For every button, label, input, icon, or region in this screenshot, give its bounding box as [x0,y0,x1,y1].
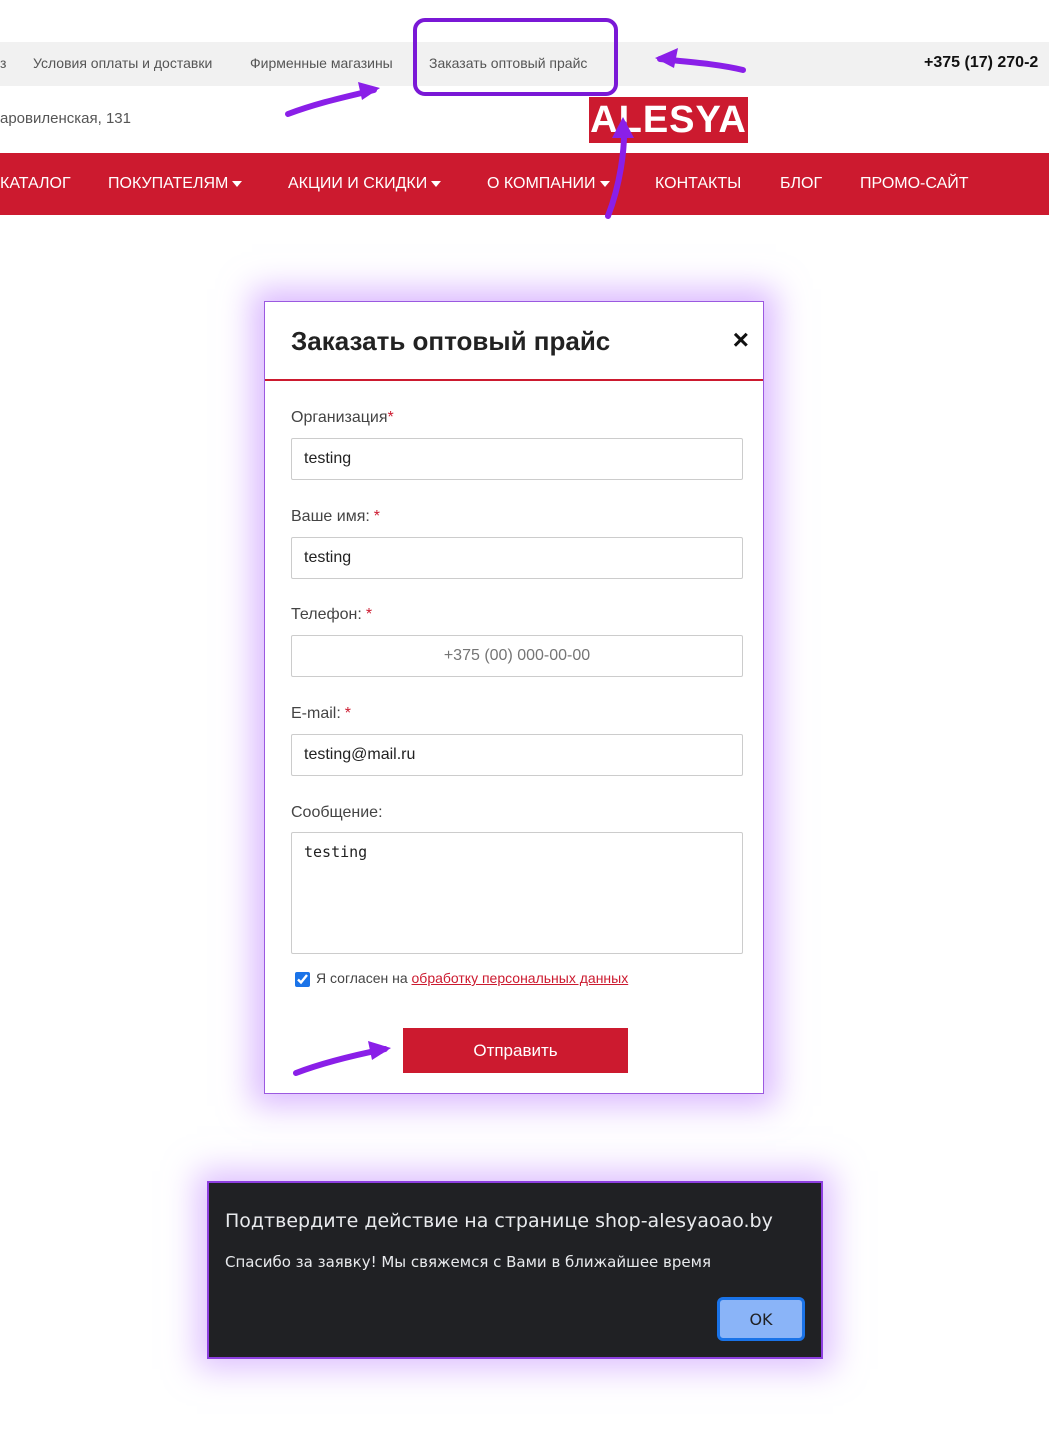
topbar-link-truncated[interactable]: з [0,55,6,71]
browser-confirm-dialog: Подтвердите действие на странице shop-al… [207,1181,823,1359]
store-address: аровиленская, 131 [0,110,131,127]
nav-item-catalog[interactable]: КАТАЛОГ [0,175,71,193]
nav-item-label: ПОКУПАТЕЛЯМ [108,175,229,192]
caret-down-icon [232,180,243,187]
top-bar: з Условия оплаты и доставки Фирменные ма… [0,42,1049,86]
required-asterisk: * [344,705,352,722]
nav-item-promo-site[interactable]: ПРОМО-САЙТ [860,175,969,193]
dialog-title: Подтвердите действие на странице shop-al… [225,1210,773,1232]
consent-row[interactable]: Я согласен на обработку персональных дан… [295,970,628,987]
privacy-policy-link[interactable]: обработку персональных данных [412,970,629,986]
nav-item-blog[interactable]: БЛОГ [780,175,822,193]
topbar-link-brand-stores[interactable]: Фирменные магазины [250,55,393,71]
nav-item-promotions[interactable]: АКЦИИ И СКИДКИ [288,175,442,193]
consent-checkbox[interactable] [295,971,310,987]
modal-header: Заказать оптовый прайс × [265,302,763,381]
wholesale-price-modal: Заказать оптовый прайс × Организация* Ва… [264,301,764,1094]
header-phone[interactable]: +375 (17) 270-2 [924,54,1038,72]
caret-down-icon [599,180,610,187]
nav-item-label: КОНТАКТЫ [655,175,742,192]
nav-item-label: БЛОГ [780,175,823,192]
organization-input[interactable] [291,438,743,480]
nav-item-about[interactable]: О КОМПАНИИ [487,175,610,193]
close-icon[interactable]: × [733,324,749,356]
required-asterisk: * [365,606,373,623]
dialog-ok-button[interactable]: OK [717,1297,805,1341]
dialog-message: Спасибо за заявку! Мы свяжемся с Вами в … [225,1253,711,1271]
message-textarea[interactable]: testing [291,832,743,954]
nav-item-label: АКЦИИ И СКИДКИ [288,175,428,192]
nav-item-contacts[interactable]: КОНТАКТЫ [655,175,741,193]
caret-down-icon [431,180,442,187]
nav-item-label: КАТАЛОГ [0,175,71,192]
nav-item-label: О КОМПАНИИ [487,175,596,192]
topbar-link-wholesale-price[interactable]: Заказать оптовый прайс [429,55,587,71]
required-asterisk: * [373,508,381,525]
organization-label: Организация* [291,409,394,426]
submit-button[interactable]: Отправить [403,1028,628,1073]
main-nav: КАТАЛОГ ПОКУПАТЕЛЯМ АКЦИИ И СКИДКИ О КОМ… [0,153,1049,215]
phone-label: Телефон: * [291,606,373,623]
alesya-logo[interactable]: ALESYA [589,97,748,143]
nav-item-customers[interactable]: ПОКУПАТЕЛЯМ [108,175,243,193]
name-input[interactable] [291,537,743,579]
email-input[interactable] [291,734,743,776]
email-label: E-mail: * [291,705,352,722]
required-asterisk: * [387,409,394,426]
consent-text: Я согласен на [316,970,408,986]
phone-input[interactable] [291,635,743,677]
message-label: Сообщение: [291,804,383,821]
name-label: Ваше имя: * [291,508,381,525]
topbar-link-payment-delivery[interactable]: Условия оплаты и доставки [33,55,212,71]
arrow-icon [285,87,377,117]
modal-title: Заказать оптовый прайс [291,326,611,356]
nav-item-label: ПРОМО-САЙТ [860,175,969,192]
